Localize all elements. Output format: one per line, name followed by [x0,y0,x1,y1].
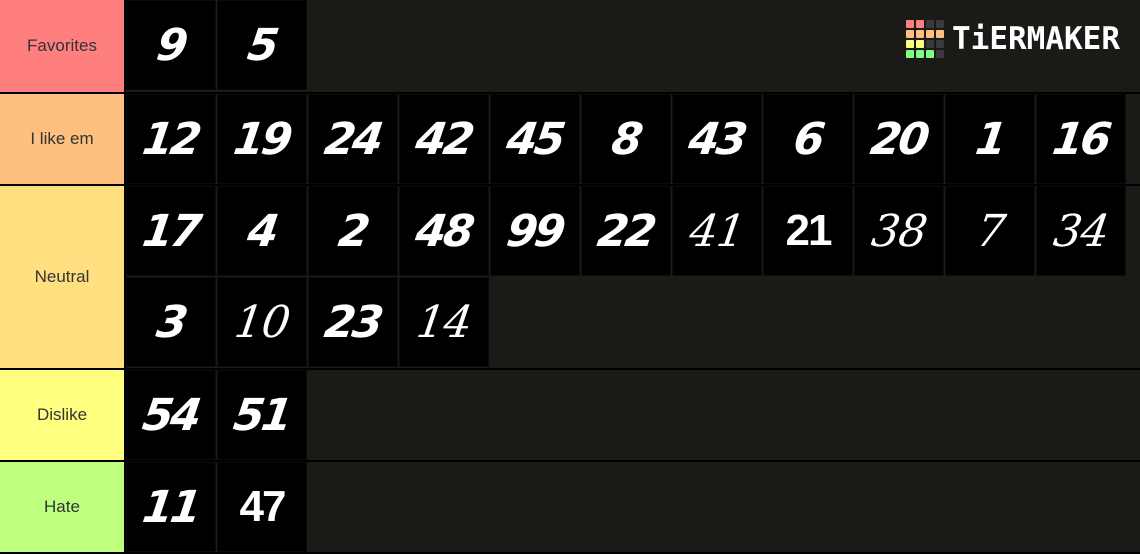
logo-grid-cell [916,30,925,38]
tier-items: 11 47 [126,462,1140,552]
tier-item-10[interactable]: 10 [217,277,307,367]
tier-item-number: 51 [230,389,294,441]
logo-grid-cell [916,50,925,58]
tier-item-42[interactable]: 42 [399,94,489,184]
tier-label[interactable]: Hate [0,462,126,552]
logo-grid-cell [936,20,945,28]
logo-grid-cell [916,20,925,28]
logo-grid-cell [906,20,915,28]
tier-item-54[interactable]: 54 [126,370,216,460]
tier-item-number: 1 [972,113,1008,165]
tier-item-6[interactable]: 6 [763,94,853,184]
tier-item-number: 14 [413,296,475,348]
logo-grid-cell [936,40,945,48]
tier-item-number: 23 [321,296,385,348]
tier-item-47[interactable]: 47 [217,462,307,552]
tier-items: 12 19 24 42 45 8 43 6 20 1 16 [126,94,1140,184]
tier-item-number: 43 [685,113,749,165]
tier-item-number: 10 [231,296,293,348]
tier-item-number: 19 [230,113,294,165]
tier-item-number: 24 [321,113,385,165]
tiermaker-logo: TiERMAKER [906,20,1120,58]
tier-label[interactable]: Favorites [0,0,126,92]
tier-item-19[interactable]: 19 [217,94,307,184]
logo-text: TiERMAKER [952,20,1120,57]
logo-grid-cell [906,40,915,48]
logo-grid-cell [936,30,945,38]
tier-item-number: 17 [139,205,203,257]
logo-grid-cell [926,50,935,58]
tier-item-12[interactable]: 12 [126,94,216,184]
tier-item-number: 34 [1050,205,1112,257]
tier-item-11[interactable]: 11 [126,462,216,552]
tier-item-34[interactable]: 34 [1036,186,1126,276]
tier-item-38[interactable]: 38 [854,186,944,276]
logo-grid-cell [936,50,945,58]
tier-item-number: 99 [503,205,567,257]
tier-item-23[interactable]: 23 [308,277,398,367]
tier-item-99[interactable]: 99 [490,186,580,276]
tier-label[interactable]: I like em [0,94,126,184]
tier-row-hate: Hate 11 47 [0,462,1140,554]
tier-label[interactable]: Neutral [0,186,126,368]
tier-item-number: 22 [594,205,658,257]
tier-item-43[interactable]: 43 [672,94,762,184]
tier-item-number: 12 [139,113,203,165]
tier-item-number: 16 [1049,113,1113,165]
tier-items: 17 4 2 48 99 22 41 21 38 7 34 3 10 23 14 [126,186,1140,368]
tier-item-9[interactable]: 9 [126,0,216,90]
logo-grid-icon [906,20,945,58]
tier-item-number: 8 [608,113,644,165]
tier-item-number: 3 [153,296,189,348]
logo-grid-cell [906,50,915,58]
tier-item-51[interactable]: 51 [217,370,307,460]
tier-item-number: 6 [790,113,826,165]
logo-grid-cell [926,40,935,48]
tier-item-16[interactable]: 16 [1036,94,1126,184]
tier-item-14[interactable]: 14 [399,277,489,367]
logo-grid-cell [906,30,915,38]
tier-rows: Favorites 9 5 I like em 12 19 24 42 45 8 43 6 20 1 16 N… [0,0,1140,554]
tier-item-48[interactable]: 48 [399,186,489,276]
tier-item-3[interactable]: 3 [126,277,216,367]
tier-item-41[interactable]: 41 [672,186,762,276]
tier-item-number: 11 [139,481,203,533]
tier-item-number: 9 [153,19,189,71]
tier-item-number: 4 [244,205,280,257]
tier-item-number: 48 [412,205,476,257]
tier-item-8[interactable]: 8 [581,94,671,184]
tier-item-20[interactable]: 20 [854,94,944,184]
tier-row-i-like-em: I like em 12 19 24 42 45 8 43 6 20 1 16 [0,94,1140,186]
logo-grid-cell [916,40,925,48]
tier-item-21[interactable]: 21 [763,186,853,276]
tier-item-number: 47 [239,482,287,531]
tier-item-number: 2 [335,205,371,257]
tier-item-number: 54 [139,389,203,441]
tier-item-4[interactable]: 4 [217,186,307,276]
tier-item-number: 42 [412,113,476,165]
tier-item-number: 41 [686,205,748,257]
logo-grid-cell [926,30,935,38]
tier-item-1[interactable]: 1 [945,94,1035,184]
logo-grid-cell [926,20,935,28]
tier-row-dislike: Dislike 54 51 [0,370,1140,462]
tier-item-22[interactable]: 22 [581,186,671,276]
tier-item-2[interactable]: 2 [308,186,398,276]
tier-label[interactable]: Dislike [0,370,126,460]
tier-list-board: Favorites 9 5 I like em 12 19 24 42 45 8 43 6 20 1 16 N… [0,0,1140,554]
tier-items: 54 51 [126,370,1140,460]
tier-item-7[interactable]: 7 [945,186,1035,276]
tier-item-number: 45 [503,113,567,165]
tier-item-number: 21 [785,206,833,255]
tier-item-number: 20 [867,113,931,165]
tier-item-number: 5 [244,19,280,71]
tier-item-24[interactable]: 24 [308,94,398,184]
tier-item-45[interactable]: 45 [490,94,580,184]
tier-row-neutral: Neutral 17 4 2 48 99 22 41 21 38 7 34 3 10 23 14 [0,186,1140,370]
tier-item-5[interactable]: 5 [217,0,307,90]
tier-item-17[interactable]: 17 [126,186,216,276]
tier-item-number: 7 [972,205,1008,257]
tier-item-number: 38 [868,205,930,257]
